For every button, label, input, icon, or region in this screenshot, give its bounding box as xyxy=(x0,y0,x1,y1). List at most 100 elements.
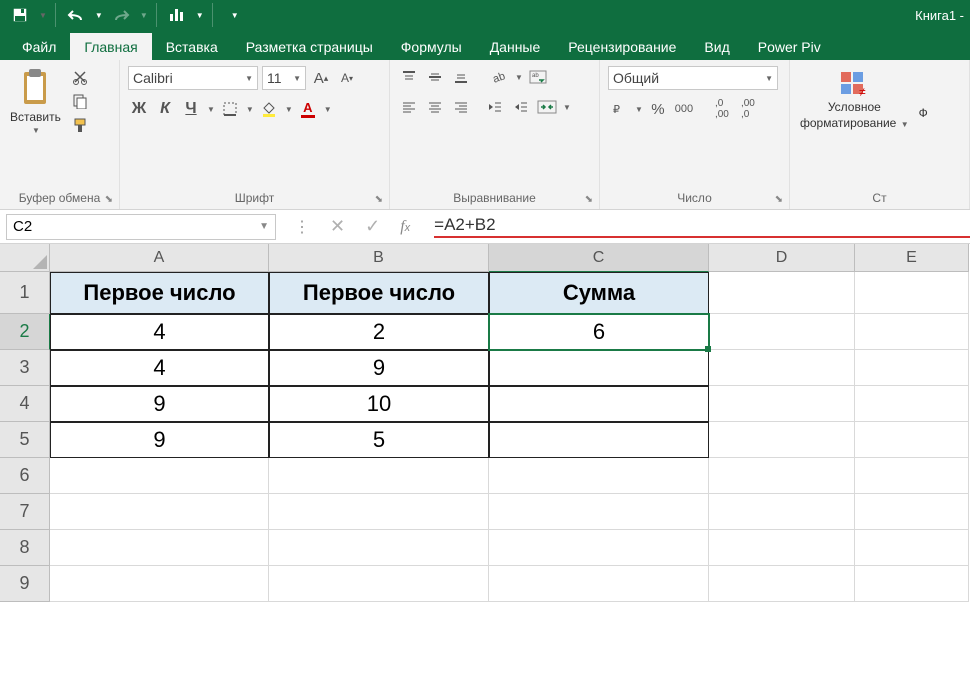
align-right-icon[interactable] xyxy=(450,96,472,118)
cell-B8[interactable] xyxy=(269,530,489,566)
font-size-combo[interactable]: 11▼ xyxy=(262,66,306,90)
cell-B2[interactable]: 2 xyxy=(269,314,489,350)
chevron-down-icon[interactable]: ▼ xyxy=(324,105,332,114)
row-header-8[interactable]: 8 xyxy=(0,530,50,566)
tab-formulas[interactable]: Формулы xyxy=(387,33,476,60)
cell-E8[interactable] xyxy=(855,530,969,566)
row-header-5[interactable]: 5 xyxy=(0,422,50,458)
row-header-4[interactable]: 4 xyxy=(0,386,50,422)
increase-decimal-icon[interactable]: ,0,00 xyxy=(711,98,733,120)
decrease-font-icon[interactable]: A▾ xyxy=(336,67,358,89)
row-header-3[interactable]: 3 xyxy=(0,350,50,386)
cell-C9[interactable] xyxy=(489,566,709,602)
enter-icon[interactable]: ✓ xyxy=(365,216,380,237)
comma-format-icon[interactable]: 000 xyxy=(673,98,695,120)
align-left-icon[interactable] xyxy=(398,96,420,118)
cell-D1[interactable] xyxy=(709,272,855,314)
chart-dropdown-icon[interactable]: ▼ xyxy=(196,11,204,20)
column-header-A[interactable]: A xyxy=(50,244,269,272)
cell-E3[interactable] xyxy=(855,350,969,386)
cell-B3[interactable]: 9 xyxy=(269,350,489,386)
cell-C1[interactable]: Сумма xyxy=(489,272,709,314)
tab-file[interactable]: Файл xyxy=(8,33,70,60)
tab-home[interactable]: Главная xyxy=(70,33,151,60)
fx-icon[interactable]: fx xyxy=(400,218,410,236)
format-button[interactable]: Ф xyxy=(917,66,930,122)
orientation-icon[interactable]: ab xyxy=(488,66,510,88)
tab-data[interactable]: Данные xyxy=(476,33,555,60)
cell-C5[interactable] xyxy=(489,422,709,458)
underline-button[interactable]: Ч xyxy=(180,98,202,120)
row-header-6[interactable]: 6 xyxy=(0,458,50,494)
italic-button[interactable]: К xyxy=(154,98,176,120)
decrease-indent-icon[interactable] xyxy=(484,96,506,118)
chart-icon[interactable] xyxy=(165,3,189,27)
column-header-D[interactable]: D xyxy=(709,244,855,272)
cancel-icon[interactable]: ✕ xyxy=(330,216,345,237)
cell-D5[interactable] xyxy=(709,422,855,458)
cell-E2[interactable] xyxy=(855,314,969,350)
cell-D8[interactable] xyxy=(709,530,855,566)
cell-B5[interactable]: 5 xyxy=(269,422,489,458)
chevron-down-icon[interactable]: ▼ xyxy=(515,73,523,82)
number-format-combo[interactable]: Общий▼ xyxy=(608,66,778,90)
cell-A2[interactable]: 4 xyxy=(50,314,269,350)
dialog-launcher-icon[interactable]: ⬊ xyxy=(775,194,783,205)
cell-C6[interactable] xyxy=(489,458,709,494)
select-all-corner[interactable] xyxy=(0,244,50,272)
tab-insert[interactable]: Вставка xyxy=(152,33,232,60)
cell-D4[interactable] xyxy=(709,386,855,422)
align-middle-icon[interactable] xyxy=(424,66,446,88)
cell-A1[interactable]: Первое число xyxy=(50,272,269,314)
name-box[interactable]: C2▼ xyxy=(6,214,276,240)
font-color-icon[interactable]: A xyxy=(297,98,319,120)
percent-format-icon[interactable]: % xyxy=(647,98,669,120)
dialog-launcher-icon[interactable]: ⬊ xyxy=(585,194,593,205)
chevron-down-icon[interactable]: ▼ xyxy=(635,105,643,114)
increase-font-icon[interactable]: A▴ xyxy=(310,67,332,89)
tab-view[interactable]: Вид xyxy=(690,33,743,60)
copy-icon[interactable] xyxy=(69,90,91,112)
borders-icon[interactable] xyxy=(219,98,241,120)
cell-C8[interactable] xyxy=(489,530,709,566)
column-header-C[interactable]: C xyxy=(489,244,709,272)
tab-power-pivot[interactable]: Power Piv xyxy=(744,33,835,60)
decrease-decimal-icon[interactable]: ,00,0 xyxy=(737,98,759,120)
cell-C4[interactable] xyxy=(489,386,709,422)
cell-C2[interactable]: 6 xyxy=(489,314,709,350)
cell-D3[interactable] xyxy=(709,350,855,386)
tab-page-layout[interactable]: Разметка страницы xyxy=(232,33,387,60)
wrap-text-icon[interactable]: ab xyxy=(527,66,549,88)
align-center-icon[interactable] xyxy=(424,96,446,118)
cell-B7[interactable] xyxy=(269,494,489,530)
cell-E6[interactable] xyxy=(855,458,969,494)
cell-B4[interactable]: 10 xyxy=(269,386,489,422)
tab-review[interactable]: Рецензирование xyxy=(554,33,690,60)
merge-cells-icon[interactable] xyxy=(536,96,558,118)
dialog-launcher-icon[interactable]: ⬊ xyxy=(375,194,383,205)
cell-B1[interactable]: Первое число xyxy=(269,272,489,314)
chevron-down-icon[interactable]: ▼ xyxy=(285,105,293,114)
row-header-2[interactable]: 2 xyxy=(0,314,50,350)
undo-icon[interactable] xyxy=(64,3,88,27)
align-top-icon[interactable] xyxy=(398,66,420,88)
undo-dropdown-icon[interactable]: ▼ xyxy=(95,11,103,20)
save-icon[interactable] xyxy=(8,3,32,27)
chevron-down-icon[interactable]: ▼ xyxy=(246,105,254,114)
cell-A5[interactable]: 9 xyxy=(50,422,269,458)
dialog-launcher-icon[interactable]: ⬊ xyxy=(105,194,113,205)
accounting-format-icon[interactable]: ₽ xyxy=(608,98,630,120)
font-name-combo[interactable]: Calibri▼ xyxy=(128,66,258,90)
bold-button[interactable]: Ж xyxy=(128,98,150,120)
format-painter-icon[interactable] xyxy=(69,114,91,136)
chevron-down-icon[interactable]: ▼ xyxy=(259,221,269,232)
qat-customize-icon[interactable]: ▼ xyxy=(231,11,239,20)
cell-D9[interactable] xyxy=(709,566,855,602)
chevron-down-icon[interactable]: ▼ xyxy=(207,105,215,114)
cell-D2[interactable] xyxy=(709,314,855,350)
conditional-formatting-button[interactable]: ≠ Условное форматирование ▼ xyxy=(798,66,911,132)
cell-D6[interactable] xyxy=(709,458,855,494)
row-header-1[interactable]: 1 xyxy=(0,272,50,314)
column-header-E[interactable]: E xyxy=(855,244,969,272)
cell-E5[interactable] xyxy=(855,422,969,458)
